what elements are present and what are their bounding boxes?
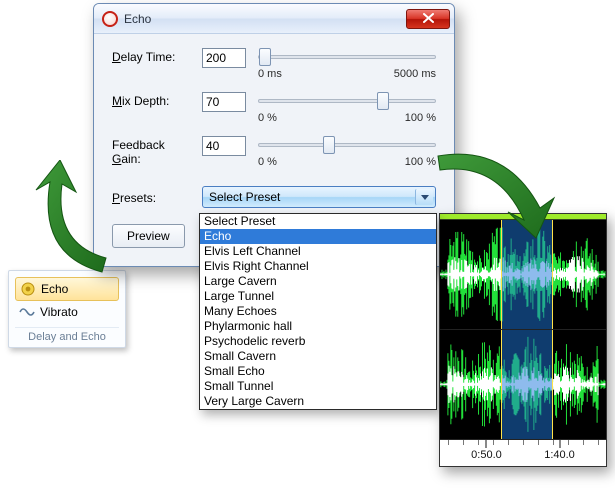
time-tick: 1:40.0	[559, 440, 560, 448]
preset-option[interactable]: Small Cavern	[200, 349, 436, 364]
preset-option[interactable]: Small Echo	[200, 364, 436, 379]
slider-thumb[interactable]	[259, 48, 271, 66]
preset-option[interactable]: Elvis Right Channel	[200, 259, 436, 274]
ribbon-item-echo[interactable]: Echo	[15, 277, 119, 301]
preset-option[interactable]: Phylarmonic hall	[200, 319, 436, 334]
ribbon-item-vibrato[interactable]: Vibrato	[15, 301, 119, 323]
close-icon	[423, 11, 434, 26]
param-label-mix_depth: Mix Depth:	[112, 92, 196, 108]
slider-min-label: 0 %	[258, 156, 277, 168]
param-row-feedback_gain: Feedback Gain: 0 % 100 %	[112, 136, 436, 180]
waveform-channel-left[interactable]	[440, 220, 606, 330]
ribbon-item-label: Vibrato	[40, 305, 78, 319]
close-button[interactable]	[406, 9, 450, 29]
ribbon-panel: Echo Vibrato Delay and Echo	[8, 270, 126, 348]
preset-option[interactable]: Small Tunnel	[200, 379, 436, 394]
echo-icon	[20, 281, 36, 297]
param-input-delay_time[interactable]	[202, 48, 246, 68]
ribbon-group-caption: Delay and Echo	[15, 327, 119, 343]
chevron-down-icon	[415, 189, 433, 205]
selection-overlay[interactable]	[501, 330, 552, 439]
slider-max-label: 5000 ms	[394, 68, 436, 80]
preset-combo-value: Select Preset	[209, 190, 280, 204]
waveform-panel: 0:50.0 1:40.0	[439, 213, 607, 467]
app-icon	[102, 11, 118, 27]
selection-overlay[interactable]	[501, 220, 552, 329]
preset-dropdown[interactable]: Select PresetEchoElvis Left ChannelElvis…	[199, 213, 437, 410]
titlebar[interactable]: Echo	[94, 4, 454, 34]
preset-option[interactable]: Very Large Cavern	[200, 394, 436, 409]
preset-option[interactable]: Select Preset	[200, 214, 436, 229]
param-input-mix_depth[interactable]	[202, 92, 246, 112]
slider-feedback_gain[interactable]	[258, 136, 436, 154]
slider-max-label: 100 %	[405, 112, 436, 124]
time-tick: 0:50.0	[486, 440, 487, 448]
ribbon-item-label: Echo	[41, 282, 68, 296]
slider-max-label: 100 %	[405, 156, 436, 168]
param-label-feedback_gain: Feedback Gain:	[112, 136, 196, 166]
preset-option[interactable]: Large Tunnel	[200, 289, 436, 304]
vibrato-icon	[19, 304, 35, 320]
presets-label: Presets:	[112, 189, 196, 205]
slider-min-label: 0 %	[258, 112, 277, 124]
time-ruler[interactable]: 0:50.0 1:40.0	[440, 440, 606, 466]
param-row-delay_time: Delay Time: 0 ms 5000 ms	[112, 48, 436, 92]
preset-option[interactable]: Echo	[200, 229, 436, 244]
slider-thumb[interactable]	[323, 136, 335, 154]
param-row-mix_depth: Mix Depth: 0 % 100 %	[112, 92, 436, 136]
dialog-title: Echo	[124, 12, 151, 26]
waveform-channel-right[interactable]	[440, 330, 606, 440]
param-label-delay_time: Delay Time:	[112, 48, 196, 64]
param-input-feedback_gain[interactable]	[202, 136, 246, 156]
preset-option[interactable]: Many Echoes	[200, 304, 436, 319]
slider-thumb[interactable]	[377, 92, 389, 110]
preset-option[interactable]: Elvis Left Channel	[200, 244, 436, 259]
slider-min-label: 0 ms	[258, 68, 282, 80]
preset-option[interactable]: Psychodelic reverb	[200, 334, 436, 349]
preview-button[interactable]: Preview	[112, 224, 185, 248]
preset-option[interactable]: Large Cavern	[200, 274, 436, 289]
slider-mix_depth[interactable]	[258, 92, 436, 110]
slider-delay_time[interactable]	[258, 48, 436, 66]
preset-combo[interactable]: Select Preset	[202, 186, 436, 208]
